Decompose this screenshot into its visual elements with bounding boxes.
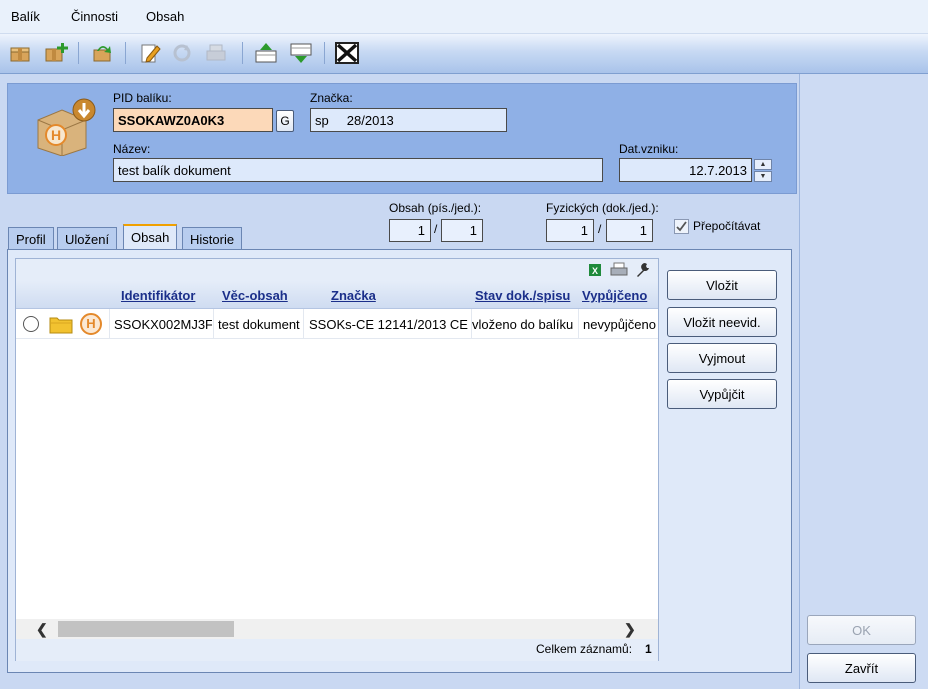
fyzickych-count-label: Fyzických (dok./jed.): [546,201,659,215]
fyzickych-count-b: 1 [606,219,653,242]
pid-label: PID balíku: [113,91,172,105]
ok-button[interactable]: OK [807,615,916,645]
datum-field[interactable]: 12.7.2013 [619,158,752,182]
svg-text:H: H [51,127,61,143]
column-header-stav[interactable]: Stav dok./spisu [475,288,570,303]
document-type-icon: H [80,313,102,335]
scroll-right-icon[interactable]: ❯ [624,621,636,638]
menu-bar: Balík Činnosti Obsah [0,0,928,34]
nazev-label: Název: [113,142,151,156]
toolbar-separator [125,42,126,64]
menu-item-obsah[interactable]: Obsah [146,9,184,24]
prepocitavat-label: Přepočítávat [693,219,761,233]
dialog-button-panel: OK Zavřít [799,74,928,689]
tab-profil[interactable]: Profil [8,227,54,250]
folder-icon[interactable] [49,314,73,337]
cell-stav: vloženo do balíku [472,317,574,332]
pid-field[interactable]: SSOKAWZ0A0K3 [113,108,273,132]
close-button[interactable]: Zavřít [807,653,916,683]
svg-text:X: X [592,266,598,276]
settings-wrench-icon[interactable] [635,262,651,281]
obsah-count-a: 1 [389,219,431,242]
column-header-vec-obsah[interactable]: Věc-obsah [222,288,288,303]
sync-icon [168,40,196,66]
close-icon[interactable] [333,40,361,66]
scrollbar-thumb[interactable] [58,621,234,637]
row-select-radio[interactable] [23,316,39,332]
spin-down-icon[interactable]: ▼ [754,171,772,182]
package-icon[interactable] [6,40,34,66]
package-icon: H [34,98,98,157]
column-header-identifikator[interactable]: Identifikátor [121,288,195,303]
obsah-count-label: Obsah (pís./jed.): [389,201,482,215]
menu-item-balik[interactable]: Balík [11,9,40,24]
move-down-icon[interactable] [287,40,315,66]
datum-label: Dat.vzniku: [619,142,679,156]
checkmark-icon [676,221,687,232]
grid-toolbar: X [16,259,658,281]
znacka-label: Značka: [310,91,353,105]
borrow-button[interactable]: Vypůjčit [667,379,777,409]
cell-identifikator: SSOKX002MJ3F [114,317,212,332]
move-up-icon[interactable] [252,40,280,66]
slash-separator: / [598,222,602,236]
content-grid: X Identifikátor Věc-obsah Značka Stav do… [15,258,659,661]
refresh-icon[interactable] [88,40,116,66]
obsah-count-b: 1 [441,219,483,242]
total-records-label: Celkem záznamů: [536,642,633,656]
toolbar-separator [324,42,325,64]
tab-obsah[interactable]: Obsah [123,224,178,251]
menu-item-cinnosti[interactable]: Činnosti [71,9,118,24]
grid-footer: Celkem záznamů: 1 [16,639,658,661]
print-icon[interactable] [610,262,628,281]
spin-up-icon[interactable]: ▲ [754,159,772,170]
add-package-icon[interactable] [42,40,70,66]
export-excel-icon[interactable]: X [588,262,604,281]
date-spinner[interactable]: ▲ ▼ [754,159,772,182]
znacka-field[interactable]: sp 28/2013 [310,108,507,132]
column-header-vypujceno[interactable]: Vypůjčeno [582,288,647,303]
edit-icon[interactable] [136,40,164,66]
cell-vec-obsah: test dokument [218,317,300,332]
horizontal-scrollbar[interactable]: ❮ ❯ [16,619,658,639]
slash-separator: / [434,222,438,236]
package-header: H PID balíku: SSOKAWZ0A0K3 G Značka: sp … [7,83,797,194]
scroll-left-icon[interactable]: ❮ [36,621,48,638]
insert-unregistered-button[interactable]: Vložit neevid. [667,307,777,337]
table-row[interactable]: H SSOKX002MJ3F test dokument SSOKs-CE 12… [16,309,658,339]
generate-pid-button[interactable]: G [276,110,294,132]
print-icon [202,40,230,66]
total-records-count: 1 [645,642,652,656]
toolbar-separator [242,42,243,64]
remove-button[interactable]: Vyjmout [667,343,777,373]
tab-ulozeni[interactable]: Uložení [57,227,118,250]
toolbar [0,34,928,74]
fyzickych-count-a: 1 [546,219,594,242]
tab-historie[interactable]: Historie [182,227,243,250]
column-header-znacka[interactable]: Značka [331,288,376,303]
prepocitavat-checkbox[interactable] [674,219,689,234]
insert-button[interactable]: Vložit [667,270,777,300]
grid-header: Identifikátor Věc-obsah Značka Stav dok.… [16,281,658,309]
nazev-field[interactable]: test balík dokument [113,158,603,182]
cell-znacka: SSOKs-CE 12141/2013 CE [309,317,468,332]
cell-vypujceno: nevypůjčeno [583,317,656,332]
toolbar-separator [78,42,79,64]
